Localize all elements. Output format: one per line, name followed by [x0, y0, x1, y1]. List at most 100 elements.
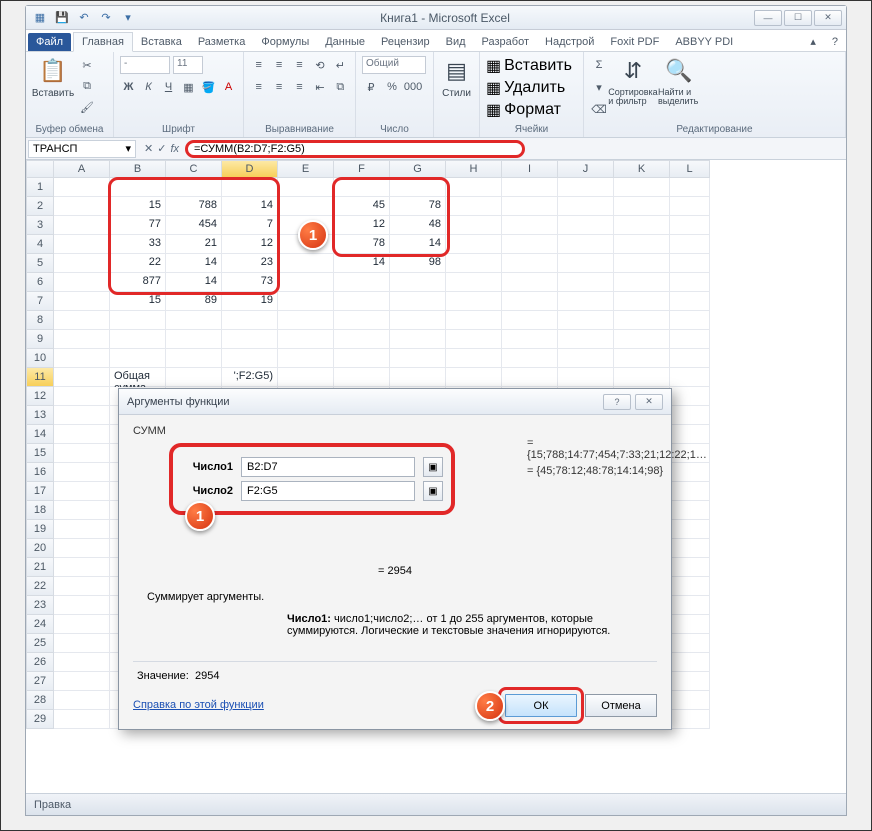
cell-L13[interactable]	[670, 406, 710, 425]
col-header-L[interactable]: L	[670, 160, 710, 178]
cell-H7[interactable]	[446, 292, 502, 311]
enter-formula-icon[interactable]: ✓	[157, 142, 166, 155]
cell-E5[interactable]	[278, 254, 334, 273]
cell-K11[interactable]	[614, 368, 670, 387]
cell-G9[interactable]	[390, 330, 446, 349]
cell-D4[interactable]: 12	[222, 235, 278, 254]
cell-A20[interactable]	[54, 539, 110, 558]
bold-icon[interactable]: Ж	[120, 78, 137, 96]
cell-L19[interactable]	[670, 520, 710, 539]
row-header[interactable]: 11	[26, 368, 54, 387]
cell-G2[interactable]: 78	[390, 197, 446, 216]
tab-abbyy[interactable]: ABBYY PDI	[667, 33, 741, 51]
cell-B1[interactable]	[110, 178, 166, 197]
col-header-D[interactable]: D	[222, 160, 278, 178]
cell-L10[interactable]	[670, 349, 710, 368]
cell-C5[interactable]: 14	[166, 254, 222, 273]
cell-J6[interactable]	[558, 273, 614, 292]
cell-B9[interactable]	[110, 330, 166, 349]
cell-A24[interactable]	[54, 615, 110, 634]
cell-L29[interactable]	[670, 710, 710, 729]
cell-D5[interactable]: 23	[222, 254, 278, 273]
cell-D9[interactable]	[222, 330, 278, 349]
ok-button[interactable]: ОК	[505, 694, 577, 717]
cell-D6[interactable]: 73	[222, 273, 278, 292]
merge-icon[interactable]: ⧉	[332, 78, 349, 96]
cell-B3[interactable]: 77	[110, 216, 166, 235]
dialog-help-icon[interactable]: ?	[603, 394, 631, 410]
col-header-E[interactable]: E	[278, 160, 334, 178]
cell-A2[interactable]	[54, 197, 110, 216]
cell-L27[interactable]	[670, 672, 710, 691]
cell-K1[interactable]	[614, 178, 670, 197]
cell-C10[interactable]	[166, 349, 222, 368]
row-header[interactable]: 19	[26, 520, 54, 539]
tab-review[interactable]: Рецензир	[373, 33, 438, 51]
cell-L2[interactable]	[670, 197, 710, 216]
cell-A18[interactable]	[54, 501, 110, 520]
cell-A26[interactable]	[54, 653, 110, 672]
cells-format[interactable]: ▦ Формат	[486, 100, 577, 120]
row-header[interactable]: 13	[26, 406, 54, 425]
clear-icon[interactable]: ⌫	[590, 100, 608, 118]
cell-H9[interactable]	[446, 330, 502, 349]
cells-delete[interactable]: ▦ Удалить	[486, 78, 577, 98]
col-header-H[interactable]: H	[446, 160, 502, 178]
cell-C11[interactable]	[166, 368, 222, 387]
orientation-icon[interactable]: ⟲	[311, 56, 328, 74]
cell-J3[interactable]	[558, 216, 614, 235]
cell-C2[interactable]: 788	[166, 197, 222, 216]
row-header[interactable]: 22	[26, 577, 54, 596]
cell-A23[interactable]	[54, 596, 110, 615]
cell-F7[interactable]	[334, 292, 390, 311]
cell-H1[interactable]	[446, 178, 502, 197]
cell-H3[interactable]	[446, 216, 502, 235]
cell-A22[interactable]	[54, 577, 110, 596]
cell-K7[interactable]	[614, 292, 670, 311]
cell-B10[interactable]	[110, 349, 166, 368]
cell-G7[interactable]	[390, 292, 446, 311]
font-color-icon[interactable]: A	[220, 78, 237, 96]
cell-A9[interactable]	[54, 330, 110, 349]
format-painter-icon[interactable]: 🖌	[78, 98, 96, 116]
row-header[interactable]: 20	[26, 539, 54, 558]
cell-C6[interactable]: 14	[166, 273, 222, 292]
cell-L4[interactable]	[670, 235, 710, 254]
row-header[interactable]: 4	[26, 235, 54, 254]
cell-G8[interactable]	[390, 311, 446, 330]
wrap-icon[interactable]: ↵	[332, 56, 349, 74]
cell-I2[interactable]	[502, 197, 558, 216]
cell-D1[interactable]	[222, 178, 278, 197]
paste-button[interactable]: 📋 Вставить	[32, 56, 74, 122]
col-header-B[interactable]: B	[110, 160, 166, 178]
row-header[interactable]: 6	[26, 273, 54, 292]
tab-file[interactable]: Файл	[28, 33, 71, 51]
cell-L18[interactable]	[670, 501, 710, 520]
cell-D2[interactable]: 14	[222, 197, 278, 216]
cell-B5[interactable]: 22	[110, 254, 166, 273]
row-header[interactable]: 12	[26, 387, 54, 406]
cell-A25[interactable]	[54, 634, 110, 653]
cell-K6[interactable]	[614, 273, 670, 292]
cell-K9[interactable]	[614, 330, 670, 349]
cell-H6[interactable]	[446, 273, 502, 292]
cell-L7[interactable]	[670, 292, 710, 311]
cell-L23[interactable]	[670, 596, 710, 615]
border-icon[interactable]: ▦	[180, 78, 197, 96]
cell-H8[interactable]	[446, 311, 502, 330]
row-header[interactable]: 16	[26, 463, 54, 482]
cell-K2[interactable]	[614, 197, 670, 216]
cell-F6[interactable]	[334, 273, 390, 292]
cell-J2[interactable]	[558, 197, 614, 216]
dialog-close-icon[interactable]: ✕	[635, 394, 663, 410]
cell-F3[interactable]: 12	[334, 216, 390, 235]
row-header[interactable]: 5	[26, 254, 54, 273]
tab-layout[interactable]: Разметка	[190, 33, 254, 51]
arg1-input[interactable]	[241, 457, 415, 477]
cell-L1[interactable]	[670, 178, 710, 197]
cell-F2[interactable]: 45	[334, 197, 390, 216]
cell-L3[interactable]	[670, 216, 710, 235]
row-header[interactable]: 28	[26, 691, 54, 710]
cell-A1[interactable]	[54, 178, 110, 197]
font-name[interactable]: -	[120, 56, 170, 74]
